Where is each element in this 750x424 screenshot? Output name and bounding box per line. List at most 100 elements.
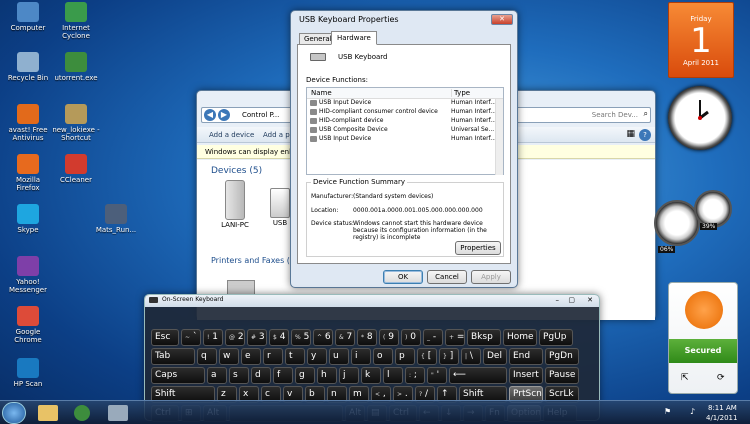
address-bar[interactable]: Control P... [242,111,279,119]
tray-flag-icon[interactable]: ⚑ [664,407,671,416]
search-input[interactable]: Search Dev... [592,111,638,119]
device-function-row[interactable]: HID-compliant consumer control device Hum… [307,108,503,117]
key-g[interactable]: g [295,367,315,384]
key-2[interactable]: @ 2 [225,329,245,346]
key-;[interactable]: : ; [405,367,425,384]
key-8[interactable]: * 8 [357,329,377,346]
column-header-type[interactable]: Type [451,89,470,97]
key-`[interactable]: ~ ` [181,329,201,346]
desktop-icon[interactable]: Mozilla Firefox [4,154,52,192]
list-scrollbar[interactable] [495,99,503,175]
key-9[interactable]: ( 9 [379,329,399,346]
back-icon[interactable]: ◀ [204,109,216,121]
desktop-icon[interactable]: avast! Free Antivirus [4,104,52,142]
key-insert[interactable]: Insert [509,367,543,384]
key-6[interactable]: ^ 6 [313,329,333,346]
device-functions-list[interactable]: Name Type USB Input Device Human Interf..… [306,87,504,175]
key-\[interactable]: | \ [461,348,481,365]
key-l[interactable]: l [383,367,403,384]
key-home[interactable]: Home [503,329,537,346]
key-pause[interactable]: Pause [545,367,579,384]
key-h[interactable]: h [317,367,337,384]
key-1[interactable]: ! 1 [203,329,223,346]
desktop-icon[interactable]: Computer [4,2,52,32]
key-a[interactable]: a [207,367,227,384]
key-end[interactable]: End [509,348,543,365]
key-7[interactable]: & 7 [335,329,355,346]
desktop-icon[interactable]: new_lokiexe - Shortcut [52,104,100,142]
key-5[interactable]: % 5 [291,329,311,346]
key-esc[interactable]: Esc [151,329,179,346]
desktop-icon[interactable]: Mats_Run... [92,204,140,234]
key-⟵[interactable]: ⟵ [449,367,507,384]
start-button[interactable] [2,402,26,424]
key-caps[interactable]: Caps [151,367,205,384]
open-icon[interactable]: ⇱ [681,373,689,383]
key-pgup[interactable]: PgUp [539,329,573,346]
minimize-button[interactable]: – [556,296,560,304]
desktop-icon[interactable]: Internet Cyclone [52,2,100,40]
ok-button[interactable]: OK [383,270,423,284]
add-device-button[interactable]: Add a device [209,131,254,139]
key-u[interactable]: u [329,348,349,365]
key-o[interactable]: o [373,348,393,365]
key-=[interactable]: + = [445,329,465,346]
key-f[interactable]: f [273,367,293,384]
key-y[interactable]: y [307,348,327,365]
forward-icon[interactable]: ▶ [218,109,230,121]
taskbar-explorer-icon[interactable] [38,405,58,421]
device-function-row[interactable]: USB Input Device Human Interf... [307,99,503,108]
key-j[interactable]: j [339,367,359,384]
desktop-icon[interactable]: Skype [4,204,52,234]
cpu-meter-gadget[interactable]: 06% 39% [654,190,740,254]
desktop-icon[interactable]: Yahoo! Messenger [4,256,52,294]
tray-volume-icon[interactable]: ♪ [690,407,695,416]
desktop-icon[interactable]: Google Chrome [4,306,52,344]
key-i[interactable]: i [351,348,371,365]
osk-titlebar[interactable]: On-Screen Keyboard – ▢ ✕ [145,295,599,307]
key-[[interactable]: { [ [417,348,437,365]
taskbar-devices-icon[interactable] [108,405,128,421]
desktop-icon[interactable]: Recycle Bin [4,52,52,82]
desktop-icon[interactable]: utorrent.exe [52,52,100,82]
key-'[interactable]: " ' [427,367,447,384]
clock-time[interactable]: 8:11 AM [708,404,737,412]
maximize-button[interactable]: ▢ [568,296,575,304]
key-0[interactable]: ) 0 [401,329,421,346]
key-k[interactable]: k [361,367,381,384]
key-bksp[interactable]: Bksp [467,329,501,346]
key-][interactable]: } ] [439,348,459,365]
properties-button[interactable]: Properties [455,241,501,255]
key-pgdn[interactable]: PgDn [545,348,579,365]
tab-hardware[interactable]: Hardware [331,31,377,45]
key-s[interactable]: s [229,367,249,384]
key-t[interactable]: t [285,348,305,365]
key-r[interactable]: r [263,348,283,365]
key--[interactable]: _ - [423,329,443,346]
apply-button[interactable]: Apply [471,270,511,284]
avast-gadget[interactable]: Secured ⇱ ⟳ [668,282,738,394]
device-lani-pc[interactable]: LANI-PC [215,180,255,229]
key-4[interactable]: $ 4 [269,329,289,346]
key-del[interactable]: Del [483,348,507,365]
device-function-row[interactable]: HID-compliant device Human Interf... [307,117,503,126]
osk-close-button[interactable]: ✕ [587,296,593,304]
device-function-row[interactable]: USB Input Device Human Interf... [307,135,503,144]
device-function-row[interactable]: USB Composite Device Universal Se... [307,126,503,135]
clock-date[interactable]: 4/1/2011 [706,414,737,422]
refresh-icon[interactable]: ⟳ [717,373,725,383]
clock-gadget[interactable] [668,86,732,150]
calendar-gadget[interactable]: Friday 1 April 2011 [668,2,734,78]
key-w[interactable]: w [219,348,239,365]
key-q[interactable]: q [197,348,217,365]
help-icon[interactable]: ? [639,129,651,141]
desktop-icon[interactable]: CCleaner [52,154,100,184]
key-d[interactable]: d [251,367,271,384]
taskbar-utorrent-icon[interactable] [74,405,90,421]
key-e[interactable]: e [241,348,261,365]
desktop-icon[interactable]: HP Scan [4,358,52,388]
cancel-button[interactable]: Cancel [427,270,467,284]
column-header-name[interactable]: Name [311,89,332,97]
key-3[interactable]: # 3 [247,329,267,346]
device-usb[interactable]: USB [269,188,291,227]
